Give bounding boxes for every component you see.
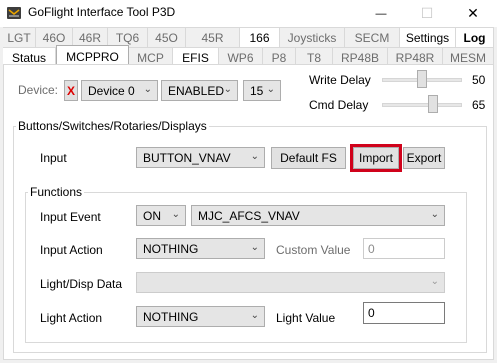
device-state-select[interactable]: ENABLED ⌄	[161, 80, 238, 101]
input-action-label: Input Action	[40, 243, 103, 257]
chevron-down-icon: ⌄	[250, 310, 259, 321]
cmd-delay-value: 65	[472, 98, 486, 112]
write-delay-slider[interactable]	[417, 70, 427, 88]
chevron-down-icon: ⌄	[430, 209, 439, 220]
tab-46r[interactable]: 46R	[73, 27, 108, 47]
tab-45r[interactable]: 45R	[186, 27, 240, 47]
minimize-button[interactable]: —	[358, 0, 404, 27]
tab-45o[interactable]: 45O	[148, 27, 186, 47]
device-label: Device:	[18, 83, 59, 97]
close-icon: ✕	[467, 5, 479, 21]
goflight-app-icon	[7, 7, 21, 19]
cmd-delay-slider-track	[382, 103, 462, 107]
tab-row-top: LGT 46O 46R TQ6 45O 45R 166 Joysticks SE…	[3, 27, 494, 47]
input-action-select[interactable]: NOTHING ⌄	[136, 238, 265, 259]
input-action-value: NOTHING	[143, 241, 199, 256]
custom-value-label: Custom Value	[276, 243, 351, 257]
device-select-value: Device 0	[88, 83, 135, 98]
cmd-delay-label: Cmd Delay	[309, 98, 369, 112]
event-state-select[interactable]: ON ⌄	[136, 205, 186, 226]
event-state-value: ON	[143, 208, 161, 223]
window-title: GoFlight Interface Tool P3D	[28, 5, 176, 19]
light-value-label: Light Value	[276, 311, 336, 325]
remove-device-button[interactable]: X	[64, 80, 78, 101]
functions-group-title: Functions	[28, 185, 85, 199]
tab-secm[interactable]: SECM	[345, 27, 400, 47]
tab-joysticks[interactable]: Joysticks	[280, 27, 345, 47]
import-button[interactable]: Import	[353, 147, 399, 169]
tab-46o[interactable]: 46O	[36, 27, 73, 47]
title-bar: GoFlight Interface Tool P3D — ☐ ✕	[0, 0, 497, 27]
write-delay-value: 50	[472, 73, 486, 87]
write-delay-label: Write Delay	[309, 73, 371, 87]
custom-value-field[interactable]: 0	[363, 238, 445, 259]
tab-lgt[interactable]: LGT	[3, 27, 36, 47]
chevron-down-icon: ⌄	[250, 151, 259, 162]
remove-icon: X	[66, 83, 75, 98]
device-state-value: ENABLED	[168, 83, 225, 98]
tab-166[interactable]: 166	[240, 27, 280, 47]
default-fs-button[interactable]: Default FS	[271, 147, 346, 169]
light-disp-select[interactable]: ⌄	[136, 272, 445, 293]
input-select-value: BUTTON_VNAV	[143, 150, 231, 165]
maximize-icon: ☐	[420, 5, 434, 21]
light-action-select[interactable]: NOTHING ⌄	[136, 306, 265, 327]
close-button[interactable]: ✕	[450, 0, 496, 27]
light-disp-label: Light/Disp Data	[40, 277, 123, 291]
light-value-field[interactable]: 0	[363, 302, 445, 324]
chevron-down-icon: ⌄	[266, 84, 275, 95]
tab-settings[interactable]: Settings	[400, 27, 456, 47]
maximize-button[interactable]: ☐	[404, 0, 450, 27]
device-number-value: 15	[250, 83, 264, 98]
chevron-down-icon: ⌄	[250, 242, 259, 253]
chevron-down-icon: ⌄	[223, 84, 232, 95]
input-label: Input	[40, 151, 67, 165]
event-name-select[interactable]: MJC_AFCS_VNAV ⌄	[191, 205, 445, 226]
chevron-down-icon: ⌄	[143, 84, 152, 95]
device-number-select[interactable]: 15 ⌄	[243, 80, 281, 101]
light-action-value: NOTHING	[143, 309, 199, 324]
input-select[interactable]: BUTTON_VNAV ⌄	[136, 147, 265, 168]
tab-log[interactable]: Log	[456, 27, 494, 47]
device-select[interactable]: Device 0 ⌄	[81, 80, 158, 101]
chevron-down-icon: ⌄	[171, 209, 180, 220]
event-name-value: MJC_AFCS_VNAV	[198, 208, 300, 223]
export-button[interactable]: Export	[403, 147, 445, 169]
buttons-group-title: Buttons/Switches/Rotaries/Displays	[16, 119, 209, 133]
input-event-label: Input Event	[40, 210, 101, 224]
cmd-delay-slider[interactable]	[428, 95, 438, 113]
chevron-down-icon: ⌄	[430, 276, 439, 287]
light-action-label: Light Action	[40, 311, 103, 325]
tab-tq6[interactable]: TQ6	[108, 27, 148, 47]
minimize-icon: —	[375, 7, 387, 20]
